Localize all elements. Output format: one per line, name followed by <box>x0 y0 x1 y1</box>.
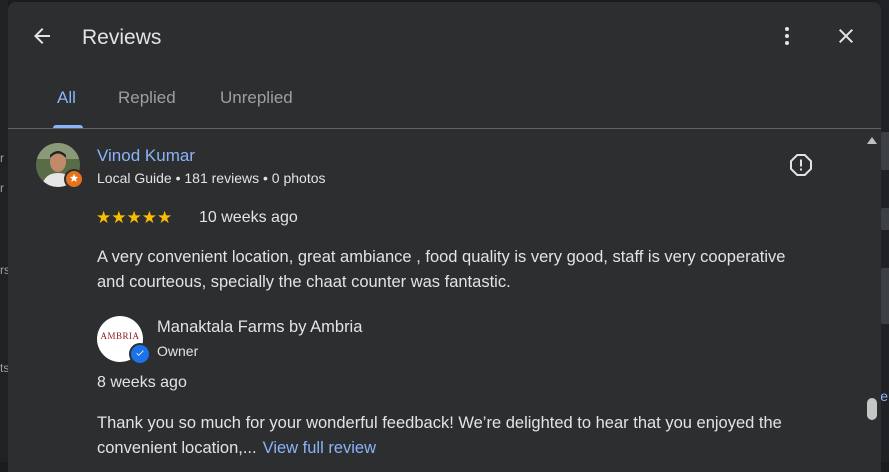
reply-date: 8 weeks ago <box>97 374 187 391</box>
tab-replied[interactable]: Replied <box>118 88 176 108</box>
report-icon <box>789 153 813 182</box>
check-icon <box>135 345 145 363</box>
reply-text: Thank you so much for your wonderful fee… <box>97 414 782 457</box>
dialog-header: Reviews All Replied Unreplied <box>8 2 881 128</box>
report-review-button[interactable] <box>788 153 814 182</box>
reviewer-name[interactable]: Vinod Kumar <box>97 146 195 166</box>
reviewer-meta: Local Guide • 181 reviews • 0 photos <box>97 170 326 186</box>
more-vert-icon <box>775 24 799 53</box>
owner-name: Manaktala Farms by Ambria <box>157 318 363 336</box>
background-text-fragment: rs <box>0 263 10 277</box>
dialog-title: Reviews <box>82 26 162 49</box>
background-text-fragment: r <box>0 181 4 195</box>
tab-unreplied[interactable]: Unreplied <box>220 88 293 108</box>
reviews-dialog: Reviews All Replied Unreplied Vinod Kuma… <box>8 2 881 472</box>
back-button[interactable] <box>28 24 56 52</box>
tab-all[interactable]: All <box>57 88 76 108</box>
local-guide-badge <box>64 169 84 189</box>
close-button[interactable] <box>832 24 860 52</box>
star-icon <box>69 170 79 188</box>
star-rating: ★★★★★ <box>96 208 173 227</box>
scrollbar[interactable] <box>864 129 881 469</box>
review-list: Vinod Kumar Local Guide • 181 reviews • … <box>8 129 881 469</box>
close-icon <box>834 24 858 53</box>
review-filter-tabs: All Replied Unreplied <box>8 82 881 128</box>
ambria-logo: AMBRIA <box>100 331 140 341</box>
reply-text-block: Thank you so much for your wonderful fee… <box>97 411 837 460</box>
scrollbar-thumb[interactable] <box>867 398 877 420</box>
background-block <box>881 132 889 170</box>
verified-badge <box>129 343 151 365</box>
review-text: A very convenient location, great ambian… <box>97 248 786 291</box>
arrow-back-icon <box>30 24 54 53</box>
background-text-fragment: r <box>0 151 4 165</box>
background-text-fragment: ts <box>0 361 10 375</box>
review-date: 10 weeks ago <box>199 209 298 226</box>
view-full-review-link[interactable]: View full review <box>263 439 376 457</box>
background-page-left: r r rs ts <box>0 0 10 462</box>
background-block <box>881 208 889 230</box>
scroll-up-arrow-icon[interactable] <box>867 137 877 144</box>
background-block <box>881 268 889 324</box>
owner-role: Owner <box>157 343 199 359</box>
more-options-button[interactable] <box>774 24 800 52</box>
background-text-fragment: e <box>880 388 888 404</box>
